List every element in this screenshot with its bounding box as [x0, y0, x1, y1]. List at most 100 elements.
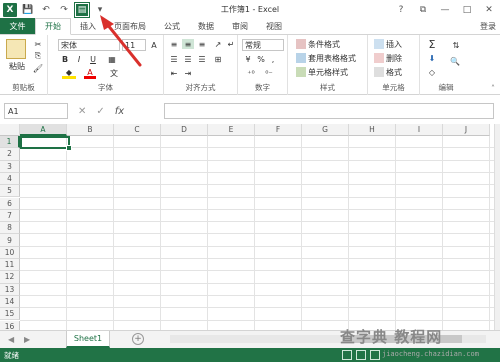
enter-entry-icon[interactable]: ✓ [96, 106, 104, 117]
paste-icon[interactable] [6, 39, 26, 59]
row-header-5[interactable]: 5 [0, 185, 20, 198]
column-header-h[interactable]: H [349, 124, 396, 136]
cell-styles-button[interactable]: 单元格样式 [308, 67, 366, 77]
increase-indent-icon[interactable]: ⇥ [182, 68, 194, 78]
tab-view[interactable]: 视图 [257, 18, 291, 34]
orientation-icon[interactable]: ↗ [212, 39, 224, 49]
align-middle-icon[interactable]: ≡ [182, 39, 194, 49]
align-top-icon[interactable]: ≡ [168, 39, 180, 49]
fill-icon[interactable]: ⬇ [426, 53, 438, 64]
tab-data[interactable]: 数据 [189, 18, 223, 34]
login-link[interactable]: 登录 [471, 19, 500, 35]
normal-view-icon[interactable] [342, 350, 352, 360]
row-header-1[interactable]: 1 [0, 136, 20, 149]
tab-home[interactable]: 开始 [35, 18, 71, 35]
maximize-icon[interactable]: □ [456, 0, 478, 19]
excel-logo-icon[interactable]: X [3, 2, 17, 17]
column-header-c[interactable]: C [114, 124, 161, 136]
minimize-icon[interactable]: — [434, 0, 456, 19]
font-name-select[interactable]: 宋体 [58, 39, 120, 51]
worksheet-grid[interactable]: A B C D E F G H I J 1 2 3 4 5 6 7 8 9 10 11 12 13 14 15 16 [0, 124, 494, 330]
row-header-15[interactable]: 15 [0, 308, 20, 321]
column-header-e[interactable]: E [208, 124, 255, 136]
sheet-tab-sheet1[interactable]: Sheet1 [66, 331, 110, 348]
merge-center-icon[interactable]: ⊞ [212, 54, 224, 64]
row-header-13[interactable]: 13 [0, 283, 20, 296]
fill-color-icon[interactable]: ◆ [62, 68, 76, 79]
underline-button[interactable]: U [88, 54, 98, 65]
increase-decimal-icon[interactable]: ⁺⁰ [244, 68, 258, 78]
row-header-6[interactable]: 6 [0, 197, 20, 210]
row-header-12[interactable]: 12 [0, 271, 20, 284]
form-custom-button-icon[interactable]: ▤ [74, 1, 90, 18]
align-left-icon[interactable]: ☰ [168, 54, 180, 64]
comma-button[interactable]: , [268, 54, 278, 64]
row-header-7[interactable]: 7 [0, 209, 20, 223]
prev-sheet-icon[interactable]: ◀ [8, 335, 14, 344]
ribbon-display-icon[interactable]: ⧉ [412, 0, 434, 19]
row-header-4[interactable]: 4 [0, 172, 20, 186]
page-layout-view-icon[interactable] [356, 350, 366, 360]
number-format-select[interactable]: 常规 [242, 39, 284, 51]
phonetic-icon[interactable]: 文 [108, 68, 120, 79]
delete-cells-button[interactable]: 删除 [386, 53, 416, 63]
font-size-select[interactable]: 11 [122, 39, 146, 51]
column-header-b[interactable]: B [67, 124, 114, 136]
column-header-f[interactable]: F [255, 124, 302, 136]
select-all-corner[interactable] [0, 124, 20, 136]
wrap-text-icon[interactable]: ↵ [226, 39, 236, 49]
undo-icon[interactable]: ↶ [39, 3, 53, 17]
grow-font-icon[interactable]: A [148, 39, 160, 51]
decrease-decimal-icon[interactable]: ⁰⁻ [262, 68, 276, 78]
insert-cells-button[interactable]: 插入 [386, 39, 416, 49]
next-sheet-icon[interactable]: ▶ [24, 335, 30, 344]
row-header-3[interactable]: 3 [0, 160, 20, 173]
italic-button[interactable]: I [74, 54, 84, 65]
border-icon[interactable]: ▦ [106, 54, 118, 65]
cancel-entry-icon[interactable]: ✕ [78, 106, 86, 117]
tab-review[interactable]: 审阅 [223, 18, 257, 34]
tab-insert[interactable]: 插入 [71, 18, 105, 34]
paste-button[interactable]: 粘贴 [4, 61, 30, 71]
decrease-indent-icon[interactable]: ⇤ [168, 68, 180, 78]
page-break-view-icon[interactable] [370, 350, 380, 360]
format-cells-button[interactable]: 格式 [386, 67, 416, 77]
percent-button[interactable]: % [256, 54, 266, 64]
row-header-8[interactable]: 8 [0, 222, 20, 235]
copy-icon[interactable]: ⎘ [32, 51, 44, 61]
add-sheet-button[interactable]: + [132, 333, 144, 345]
align-right-icon[interactable]: ☰ [196, 54, 208, 64]
close-icon[interactable]: ✕ [478, 0, 500, 19]
column-header-g[interactable]: G [302, 124, 349, 136]
format-painter-icon[interactable]: 🖌 [32, 63, 44, 73]
align-center-icon[interactable]: ☰ [182, 54, 194, 64]
row-header-10[interactable]: 10 [0, 246, 20, 259]
format-as-table-button[interactable]: 套用表格格式 [308, 53, 366, 63]
help-icon[interactable]: ? [390, 0, 412, 19]
customize-qat-icon[interactable]: ▾ [93, 3, 107, 17]
save-icon[interactable]: 💾 [21, 3, 35, 17]
collapse-ribbon-icon[interactable]: ˄ [488, 83, 498, 93]
column-header-j[interactable]: J [443, 124, 490, 136]
redo-icon[interactable]: ↷ [57, 3, 71, 17]
font-color-button[interactable]: A [84, 68, 96, 79]
column-header-i[interactable]: I [396, 124, 443, 136]
active-cell-a1[interactable] [20, 136, 72, 151]
row-header-11[interactable]: 11 [0, 259, 20, 272]
align-bottom-icon[interactable]: ≡ [196, 39, 208, 49]
bold-button[interactable]: B [60, 54, 70, 65]
row-header-16[interactable]: 16 [0, 320, 20, 330]
tab-page-layout[interactable]: 页面布局 [105, 18, 155, 34]
autosum-button[interactable]: Σ [426, 38, 438, 51]
tab-formulas[interactable]: 公式 [155, 18, 189, 34]
row-header-9[interactable]: 9 [0, 234, 20, 247]
tab-file[interactable]: 文件 [0, 18, 35, 34]
formula-input[interactable] [164, 103, 494, 119]
find-select-icon[interactable]: 🔍 [448, 55, 462, 67]
cut-icon[interactable]: ✂ [32, 39, 44, 49]
insert-function-icon[interactable]: fx [115, 106, 124, 117]
currency-icon[interactable]: ¥ [242, 54, 254, 64]
conditional-format-button[interactable]: 条件格式 [308, 39, 364, 49]
name-box[interactable]: A1 [4, 103, 68, 119]
column-header-d[interactable]: D [161, 124, 208, 136]
